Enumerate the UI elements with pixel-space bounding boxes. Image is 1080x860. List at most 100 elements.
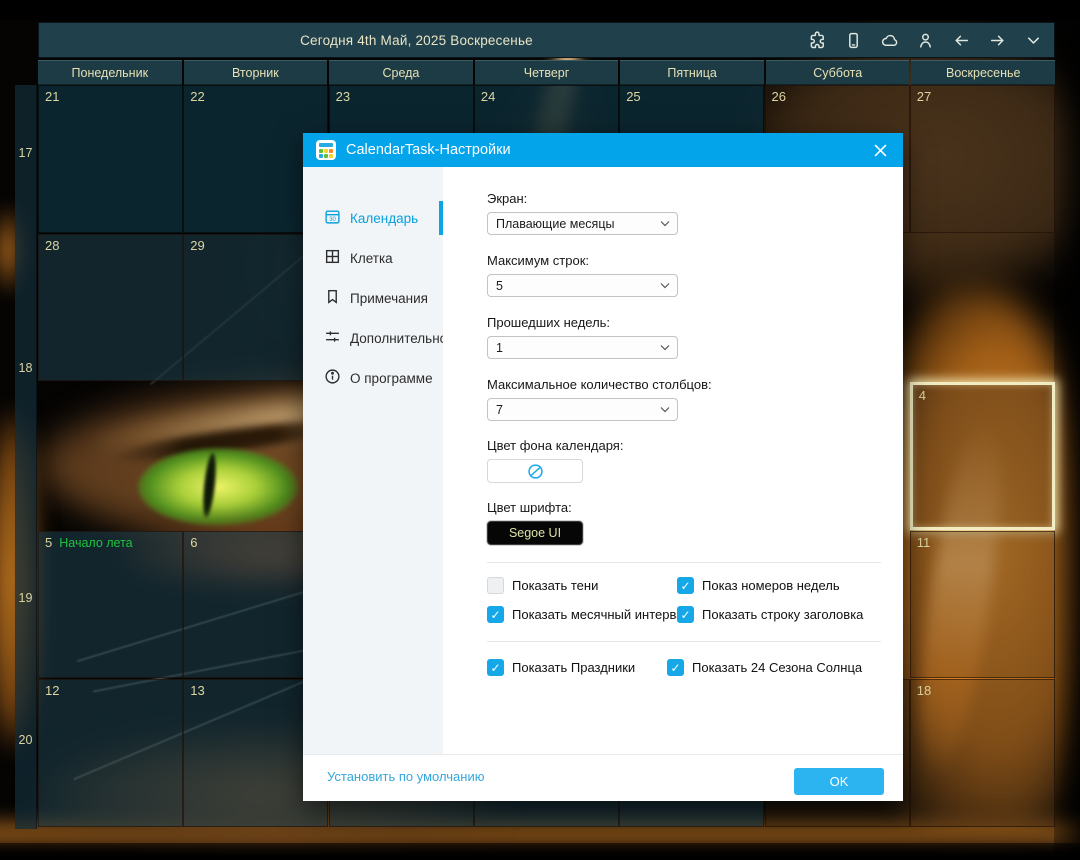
screen-bottom-shade xyxy=(0,843,1080,860)
sidebar-item-label: Примечания xyxy=(350,290,428,306)
cell-date: 21 xyxy=(45,89,60,104)
day-header: Понедельник xyxy=(38,60,182,85)
ok-button[interactable]: OK xyxy=(794,768,884,795)
checkbox[interactable] xyxy=(487,577,504,594)
wallpaper-cat-pupil xyxy=(200,451,219,519)
checkbox-show-week-numbers[interactable]: Показ номеров недель xyxy=(677,577,840,594)
sidebar-item-notes[interactable]: Примечания xyxy=(303,278,443,318)
day-header: Пятница xyxy=(620,60,764,85)
calendar-cell[interactable]: 27 xyxy=(909,85,1055,233)
cloud-icon[interactable] xyxy=(879,30,900,51)
calendar-cell[interactable]: 18 xyxy=(909,679,1055,827)
past-weeks-dropdown[interactable]: 1 xyxy=(487,336,678,359)
checkbox[interactable] xyxy=(487,659,504,676)
calendar-cell[interactable]: 28 xyxy=(38,233,183,382)
font-color-label: Цвет шрифта: xyxy=(487,500,572,515)
phone-icon[interactable] xyxy=(843,30,864,51)
person-icon[interactable] xyxy=(915,30,936,51)
sidebar-item-advanced[interactable]: Дополнительно xyxy=(303,318,447,358)
close-icon[interactable] xyxy=(865,133,895,167)
divider xyxy=(487,562,881,563)
dialog-footer: Установить по умолчанию OK xyxy=(303,754,903,801)
arrow-left-icon[interactable] xyxy=(951,30,972,51)
dropdown-value: 5 xyxy=(496,278,503,293)
puzzle-icon[interactable] xyxy=(807,30,828,51)
holiday-label: Начало лета xyxy=(59,535,133,550)
cell-date: 28 xyxy=(45,237,60,253)
week-number: 20 xyxy=(18,733,33,747)
week-number-column: 17 18 19 20 xyxy=(15,85,37,829)
cell-date: 18 xyxy=(916,683,932,699)
font-button[interactable]: Segoe UI xyxy=(487,521,583,545)
dropdown-value: 7 xyxy=(496,402,503,417)
calendar-cell[interactable]: 5 Начало лета xyxy=(38,530,183,679)
sidebar-item-calendar[interactable]: 30 Календарь xyxy=(303,198,443,238)
info-icon xyxy=(324,368,341,388)
week-number: 17 xyxy=(18,146,33,160)
checkbox-show-header-row[interactable]: Показать строку заголовка xyxy=(677,606,863,623)
dropdown-value: Плавающие месяцы xyxy=(496,216,615,231)
day-header: Среда xyxy=(329,60,473,85)
font-button-label: Segoe UI xyxy=(508,526,562,540)
sidebar-item-label: О программе xyxy=(350,370,433,386)
divider xyxy=(487,641,881,642)
cell-date: 11 xyxy=(916,534,931,550)
sidebar-item-label: Клетка xyxy=(350,250,393,266)
sidebar-item-label: Календарь xyxy=(350,210,419,226)
app-icon xyxy=(316,140,336,160)
screen-top-shade xyxy=(0,0,1080,20)
calendar-cell[interactable]: 21 xyxy=(38,85,183,233)
cell-date: 23 xyxy=(335,89,351,104)
checkbox-show-24-solar-seasons[interactable]: Показать 24 Сезона Солнца xyxy=(667,659,862,676)
cell-date: 24 xyxy=(480,89,496,104)
chevron-down-icon[interactable] xyxy=(1023,30,1044,51)
day-header: Четверг xyxy=(474,60,619,85)
no-color-icon xyxy=(527,463,543,479)
calendar-cell[interactable]: 12 xyxy=(38,679,183,827)
cell-date: 29 xyxy=(190,237,205,253)
checkbox[interactable] xyxy=(667,659,684,676)
settings-dialog: CalendarTask-Настройки 30 Календарь Клет… xyxy=(303,133,903,801)
dialog-content: Экран: Плавающие месяцы Максимум строк: … xyxy=(443,167,903,755)
max-columns-dropdown[interactable]: 7 xyxy=(487,398,678,421)
dialog-sidebar: 30 Календарь Клетка Примечания Дополните… xyxy=(303,167,447,755)
day-header: Суббота xyxy=(765,60,910,85)
week-number: 18 xyxy=(18,361,33,375)
sidebar-item-cell[interactable]: Клетка xyxy=(303,238,443,278)
dialog-title: CalendarTask-Настройки xyxy=(346,142,511,158)
cell-date: 12 xyxy=(45,683,60,699)
checkbox-show-shadows[interactable]: Показать тени xyxy=(487,577,598,594)
cell-date: 26 xyxy=(771,89,786,104)
screen-mode-label: Экран: xyxy=(487,191,528,206)
bookmark-icon xyxy=(324,288,341,308)
cell-date: 6 xyxy=(190,534,198,550)
svg-text:30: 30 xyxy=(329,217,336,223)
bg-color-button[interactable] xyxy=(487,459,583,483)
checkbox-show-month-interval[interactable]: Показать месячный интервал xyxy=(487,606,691,623)
dialog-titlebar[interactable]: CalendarTask-Настройки xyxy=(303,133,903,167)
checkbox[interactable] xyxy=(677,577,694,594)
day-header: Вторник xyxy=(183,60,328,85)
sliders-icon xyxy=(324,328,341,348)
calendar-cell-today[interactable]: 4 xyxy=(909,382,1055,530)
max-rows-label: Максимум строк: xyxy=(487,253,590,268)
checkbox[interactable] xyxy=(677,606,694,623)
max-rows-dropdown[interactable]: 5 xyxy=(487,274,678,297)
arrow-right-icon[interactable] xyxy=(987,30,1008,51)
today-label: Сегодня 4th Май, 2025 Воскресенье xyxy=(300,32,533,48)
dropdown-value: 1 xyxy=(496,340,503,355)
screen-mode-dropdown[interactable]: Плавающие месяцы xyxy=(487,212,678,235)
checkbox[interactable] xyxy=(487,606,504,623)
calendar-cell[interactable]: 11 xyxy=(909,530,1055,679)
calendar-icon: 30 xyxy=(324,208,341,228)
cell-date: 13 xyxy=(190,683,205,699)
sidebar-item-about[interactable]: О программе xyxy=(303,358,443,398)
cell-date: 25 xyxy=(626,89,641,104)
week-number: 19 xyxy=(18,591,33,605)
wallpaper-cat-eye xyxy=(138,448,298,526)
sidebar-item-label: Дополнительно xyxy=(350,330,448,346)
checkbox-show-holidays[interactable]: Показать Праздники xyxy=(487,659,635,676)
cell-date: 4 xyxy=(918,388,927,404)
past-weeks-label: Прошедших недель: xyxy=(487,315,611,330)
set-default-link[interactable]: Установить по умолчанию xyxy=(327,769,484,784)
